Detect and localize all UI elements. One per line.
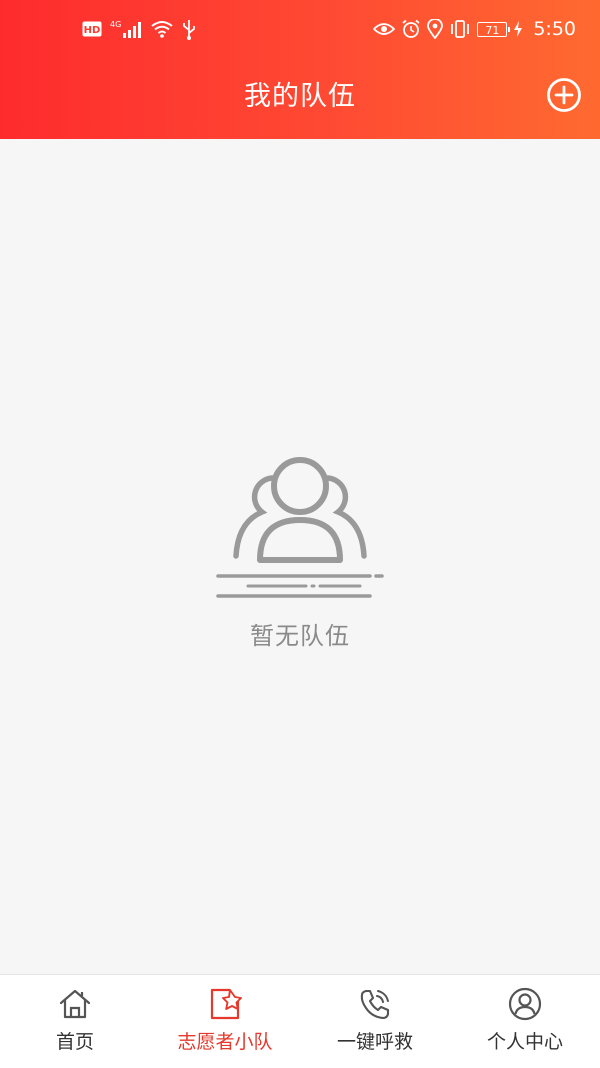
status-time: 5:50 bbox=[533, 18, 576, 40]
location-icon bbox=[427, 19, 444, 39]
user-icon bbox=[508, 987, 542, 1021]
eye-icon bbox=[373, 23, 396, 35]
page-title: 我的队伍 bbox=[244, 81, 356, 112]
empty-state: 暂无队伍 bbox=[0, 450, 600, 651]
status-bar: HD 4G 71 5:50 bbox=[0, 0, 600, 58]
tab-volunteer-team[interactable]: 志愿者小队 bbox=[150, 975, 300, 1068]
phone-call-icon bbox=[360, 989, 390, 1020]
tab-profile[interactable]: 个人中心 bbox=[450, 975, 600, 1068]
empty-message: 暂无队伍 bbox=[250, 622, 350, 650]
status-left: HD 4G bbox=[82, 16, 196, 42]
tab-label: 首页 bbox=[55, 1031, 94, 1053]
vibrate-icon bbox=[451, 20, 470, 38]
group-users-icon bbox=[216, 457, 384, 598]
volunteer-star-icon bbox=[210, 988, 242, 1020]
tab-emergency-call[interactable]: 一键呼救 bbox=[300, 975, 450, 1068]
signal-icon: 4G bbox=[110, 20, 141, 38]
bottom-tab-bar: 首页 志愿者小队 一键呼救 个人中心 bbox=[0, 974, 600, 1068]
svg-text:4G: 4G bbox=[110, 20, 121, 29]
tab-label: 一键呼救 bbox=[336, 1031, 413, 1053]
status-right: 71 5:50 bbox=[373, 16, 576, 42]
app-header: HD 4G 71 5:50 我的队伍 bbox=[0, 0, 600, 139]
tab-home[interactable]: 首页 bbox=[0, 975, 150, 1068]
usb-icon bbox=[183, 20, 195, 40]
plus-circle-icon[interactable] bbox=[546, 77, 582, 113]
battery-indicator: 71 bbox=[477, 21, 511, 37]
hd-badge-icon: HD bbox=[82, 21, 102, 37]
svg-text:HD: HD bbox=[84, 25, 101, 36]
tab-label: 个人中心 bbox=[486, 1031, 563, 1053]
charging-icon bbox=[514, 21, 523, 37]
tab-label: 志愿者小队 bbox=[177, 1031, 273, 1053]
wifi-icon bbox=[151, 21, 173, 38]
home-icon bbox=[59, 989, 91, 1019]
alarm-icon bbox=[402, 19, 420, 38]
